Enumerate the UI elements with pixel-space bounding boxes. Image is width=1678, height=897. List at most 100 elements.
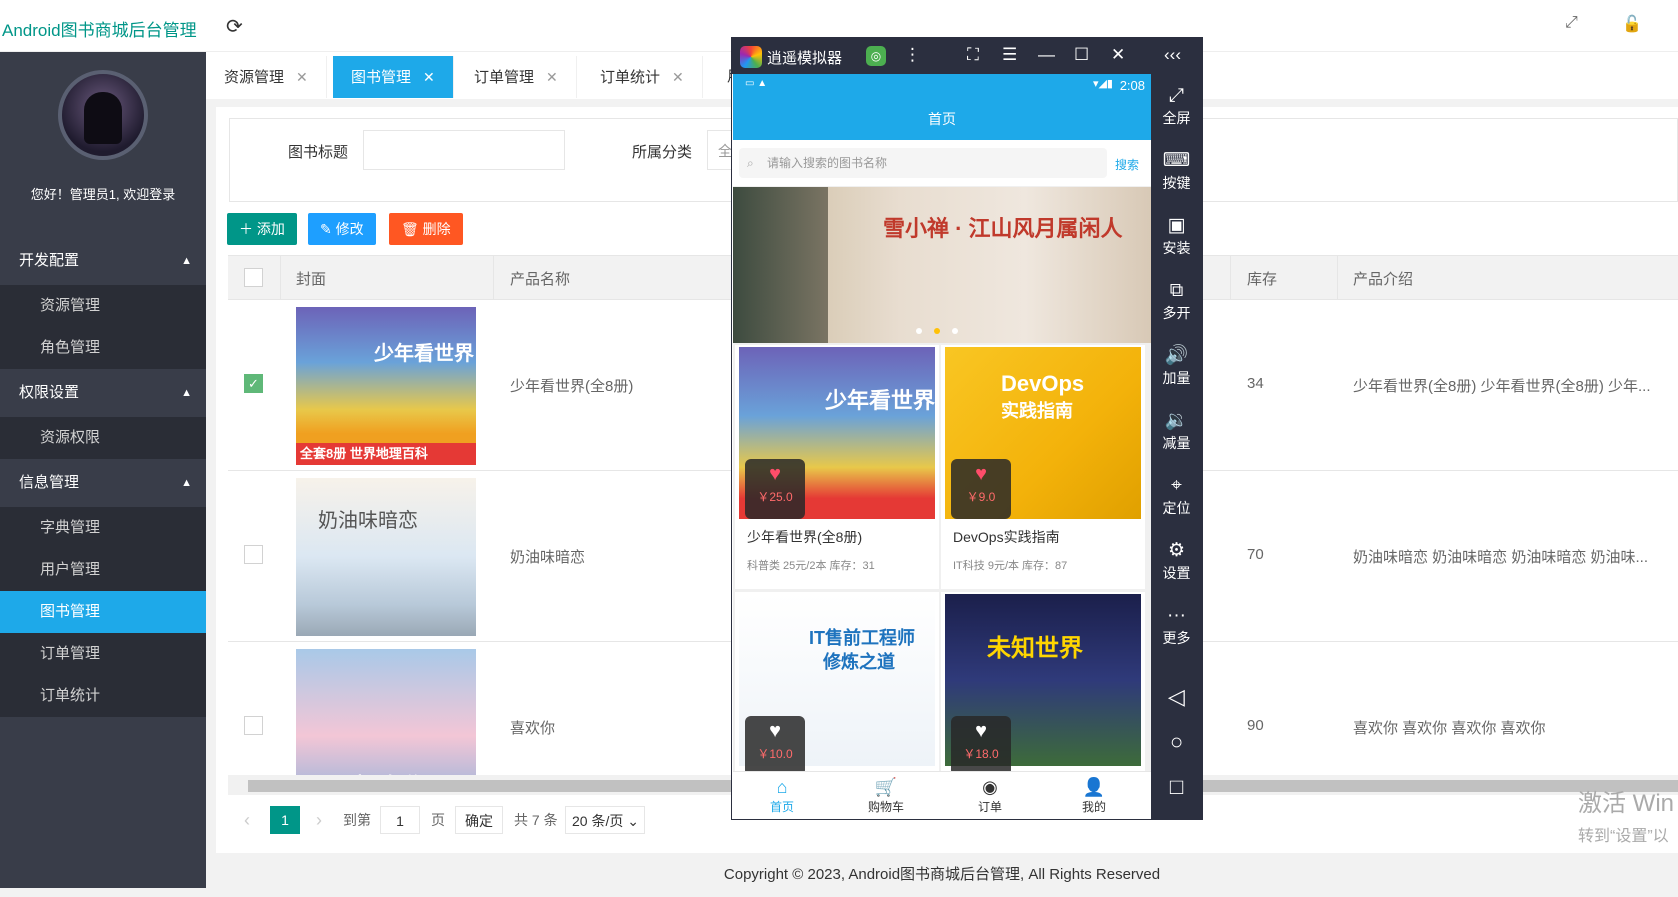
cart-icon: 🛒 <box>874 777 898 797</box>
favorite-button[interactable]: ♥ ￥10.0 <box>745 716 805 776</box>
menu-group-label: 权限设置 <box>19 384 80 401</box>
page-unit: 页 <box>431 812 445 828</box>
carousel-dot[interactable] <box>934 328 940 334</box>
more-vert-icon[interactable]: ⋮ <box>904 45 921 65</box>
activation-watermark-sub: 转到“设置”以 <box>1578 828 1669 845</box>
sidebar-item-books[interactable]: 图书管理 <box>0 591 206 633</box>
promo-banner[interactable]: 雪小禅 · 江山风月属闲人 <box>733 187 1151 343</box>
page-size-select[interactable]: 20 条/页 ⌄ <box>565 806 645 834</box>
tab-books[interactable]: 图书管理 ✕ <box>333 56 454 98</box>
collapse-icon[interactable]: ‹‹‹ <box>1164 45 1181 65</box>
favorite-button[interactable]: ♥ ￥18.0 <box>951 716 1011 776</box>
favorite-button[interactable]: ♥ ￥25.0 <box>745 459 805 519</box>
row-checkbox[interactable]: ✓ <box>244 374 263 393</box>
minimize-icon[interactable]: — <box>1038 45 1055 65</box>
delete-button[interactable]: 🗑 删除 <box>389 213 463 245</box>
next-page-icon[interactable]: › <box>316 806 322 834</box>
title-filter-input[interactable] <box>363 130 565 170</box>
emulator-window: 逍遥模拟器 ◎ ⋮ ⛶ ☰ — ☐ ✕ ‹‹‹ ⤢ 全屏 ⌨ 按键 ▣ 安装 ⧉ 多开 … <box>731 37 1203 820</box>
sidebar-item-role[interactable]: 角色管理 <box>0 327 206 369</box>
menu-icon[interactable]: ☰ <box>1002 45 1017 65</box>
book-name: 少年看世界(全8册) <box>510 378 634 395</box>
page-input[interactable]: 1 <box>380 806 420 834</box>
goto-label: 到第 <box>343 812 371 828</box>
sidebar-item-dict[interactable]: 字典管理 <box>0 507 206 549</box>
screenshot-icon[interactable]: ⛶ <box>967 45 979 65</box>
more-button[interactable]: ··· 更多 <box>1151 604 1202 648</box>
maximize-icon[interactable]: ☐ <box>1074 45 1089 65</box>
phone-tab-profile[interactable]: 👤 我的 <box>1059 776 1129 815</box>
apk-icon: ▣ <box>1167 215 1186 236</box>
home-nav-icon[interactable]: ○ <box>1151 729 1202 755</box>
favorite-button[interactable]: ♥ ￥9.0 <box>951 459 1011 519</box>
settings-button[interactable]: ⚙ 设置 <box>1151 539 1202 583</box>
tab-resource[interactable]: 资源管理 ✕ <box>206 56 327 98</box>
row-checkbox[interactable] <box>244 545 263 564</box>
volume-up-button[interactable]: 🔊 加量 <box>1151 344 1202 388</box>
recents-nav-icon[interactable]: □ <box>1151 774 1202 800</box>
menu-group-perm[interactable]: 权限设置 ▲ <box>0 369 206 417</box>
prev-page-icon[interactable]: ‹ <box>244 806 250 834</box>
back-nav-icon[interactable]: ◁ <box>1151 684 1202 710</box>
status-time: 2:08 <box>1119 78 1145 93</box>
multi-instance-button[interactable]: ⧉ 多开 <box>1151 279 1202 323</box>
sidebar-item-orders[interactable]: 订单管理 <box>0 633 206 675</box>
close-icon[interactable]: ✕ <box>296 69 308 85</box>
side-label: 全屏 <box>1162 110 1191 126</box>
category-filter-label: 所属分类 <box>632 144 693 161</box>
book-price: ￥25.0 <box>757 490 793 504</box>
select-all-checkbox[interactable] <box>244 268 263 287</box>
col-stock: 库存 <box>1247 271 1278 288</box>
phone-tab-home[interactable]: ⌂ 首页 <box>747 776 817 815</box>
edit-button[interactable]: ✎ 修改 <box>308 213 376 245</box>
heart-icon: ♥ <box>975 463 987 485</box>
fullscreen-icon[interactable]: ⤢ <box>1565 14 1578 32</box>
book-intro: 奶油味暗恋 奶油味暗恋 奶油味暗恋 奶油味... <box>1353 549 1649 566</box>
sidebar-item-resource-perm[interactable]: 资源权限 <box>0 417 206 459</box>
close-icon[interactable]: ✕ <box>546 69 558 85</box>
volume-down-button[interactable]: 🔉 减量 <box>1151 409 1202 453</box>
carousel-dot[interactable] <box>916 328 922 334</box>
book-card[interactable]: DevOps 实践指南 ♥ ￥9.0 DevOps实践指南 IT科技 9元/本 库… <box>941 345 1145 589</box>
install-apk-button[interactable]: ▣ 安装 <box>1151 214 1202 258</box>
location-button[interactable]: ⌖ 定位 <box>1151 474 1202 518</box>
footer: Copyright © 2023, Android图书商城后台管理, All R… <box>206 853 1678 888</box>
book-card[interactable]: 少年看世界 ♥ ￥25.0 少年看世界(全8册) 科普类 25元/2本 库存：31 <box>735 345 939 589</box>
add-button[interactable]: ＋ 添加 <box>227 213 297 245</box>
tab-label: 订单管理 <box>474 69 535 86</box>
current-page[interactable]: 1 <box>270 806 300 834</box>
book-card-name: DevOps实践指南 <box>953 529 1060 545</box>
more-horiz-icon: ··· <box>1167 605 1186 626</box>
row-checkbox[interactable] <box>244 716 263 735</box>
confirm-button[interactable]: 确定 <box>455 806 503 834</box>
book-stock: 34 <box>1247 375 1264 392</box>
side-label: 安装 <box>1162 240 1191 256</box>
delete-label: 删除 <box>422 221 451 237</box>
menu-group-dev[interactable]: 开发配置 ▲ <box>0 237 206 285</box>
carousel-dot[interactable] <box>952 328 958 334</box>
menu-group-label: 信息管理 <box>19 474 80 491</box>
fullscreen-button[interactable]: ⤢ 全屏 <box>1151 84 1202 128</box>
phone-search-button[interactable]: 搜索 <box>1115 156 1139 173</box>
sidebar-item-resource[interactable]: 资源管理 <box>0 285 206 327</box>
sidebar-item-users[interactable]: 用户管理 <box>0 549 206 591</box>
phone-tab-orders[interactable]: ◉ 订单 <box>955 776 1025 815</box>
book-cover-image: 喜欢你 <box>296 649 476 775</box>
tab-orders[interactable]: 订单管理 ✕ <box>456 56 577 98</box>
sidebar-item-order-stats[interactable]: 订单统计 <box>0 675 206 717</box>
tab-order-stats[interactable]: 订单统计 ✕ <box>582 56 703 98</box>
emulator-titlebar: 逍遥模拟器 ◎ ⋮ ⛶ ☰ — ☐ ✕ ‹‹‹ <box>732 38 1202 74</box>
keymap-button[interactable]: ⌨ 按键 <box>1151 149 1202 193</box>
close-icon[interactable]: ✕ <box>423 69 435 85</box>
trash-icon: 🗑 <box>401 221 423 237</box>
phone-tab-cart[interactable]: 🛒 购物车 <box>851 776 921 815</box>
phone-search-input[interactable]: ⌕ 请输入搜索的图书名称 <box>739 148 1107 178</box>
close-icon[interactable]: ✕ <box>1111 45 1125 65</box>
refresh-icon[interactable]: ⟳ <box>226 14 243 39</box>
caret-up-icon: ▲ <box>181 255 192 267</box>
tab-label: 我的 <box>1081 800 1106 814</box>
menu-group-info[interactable]: 信息管理 ▲ <box>0 459 206 507</box>
app-store-icon[interactable]: ◎ <box>866 46 886 66</box>
lock-icon[interactable]: 🔓 <box>1622 14 1642 34</box>
close-icon[interactable]: ✕ <box>672 69 684 85</box>
